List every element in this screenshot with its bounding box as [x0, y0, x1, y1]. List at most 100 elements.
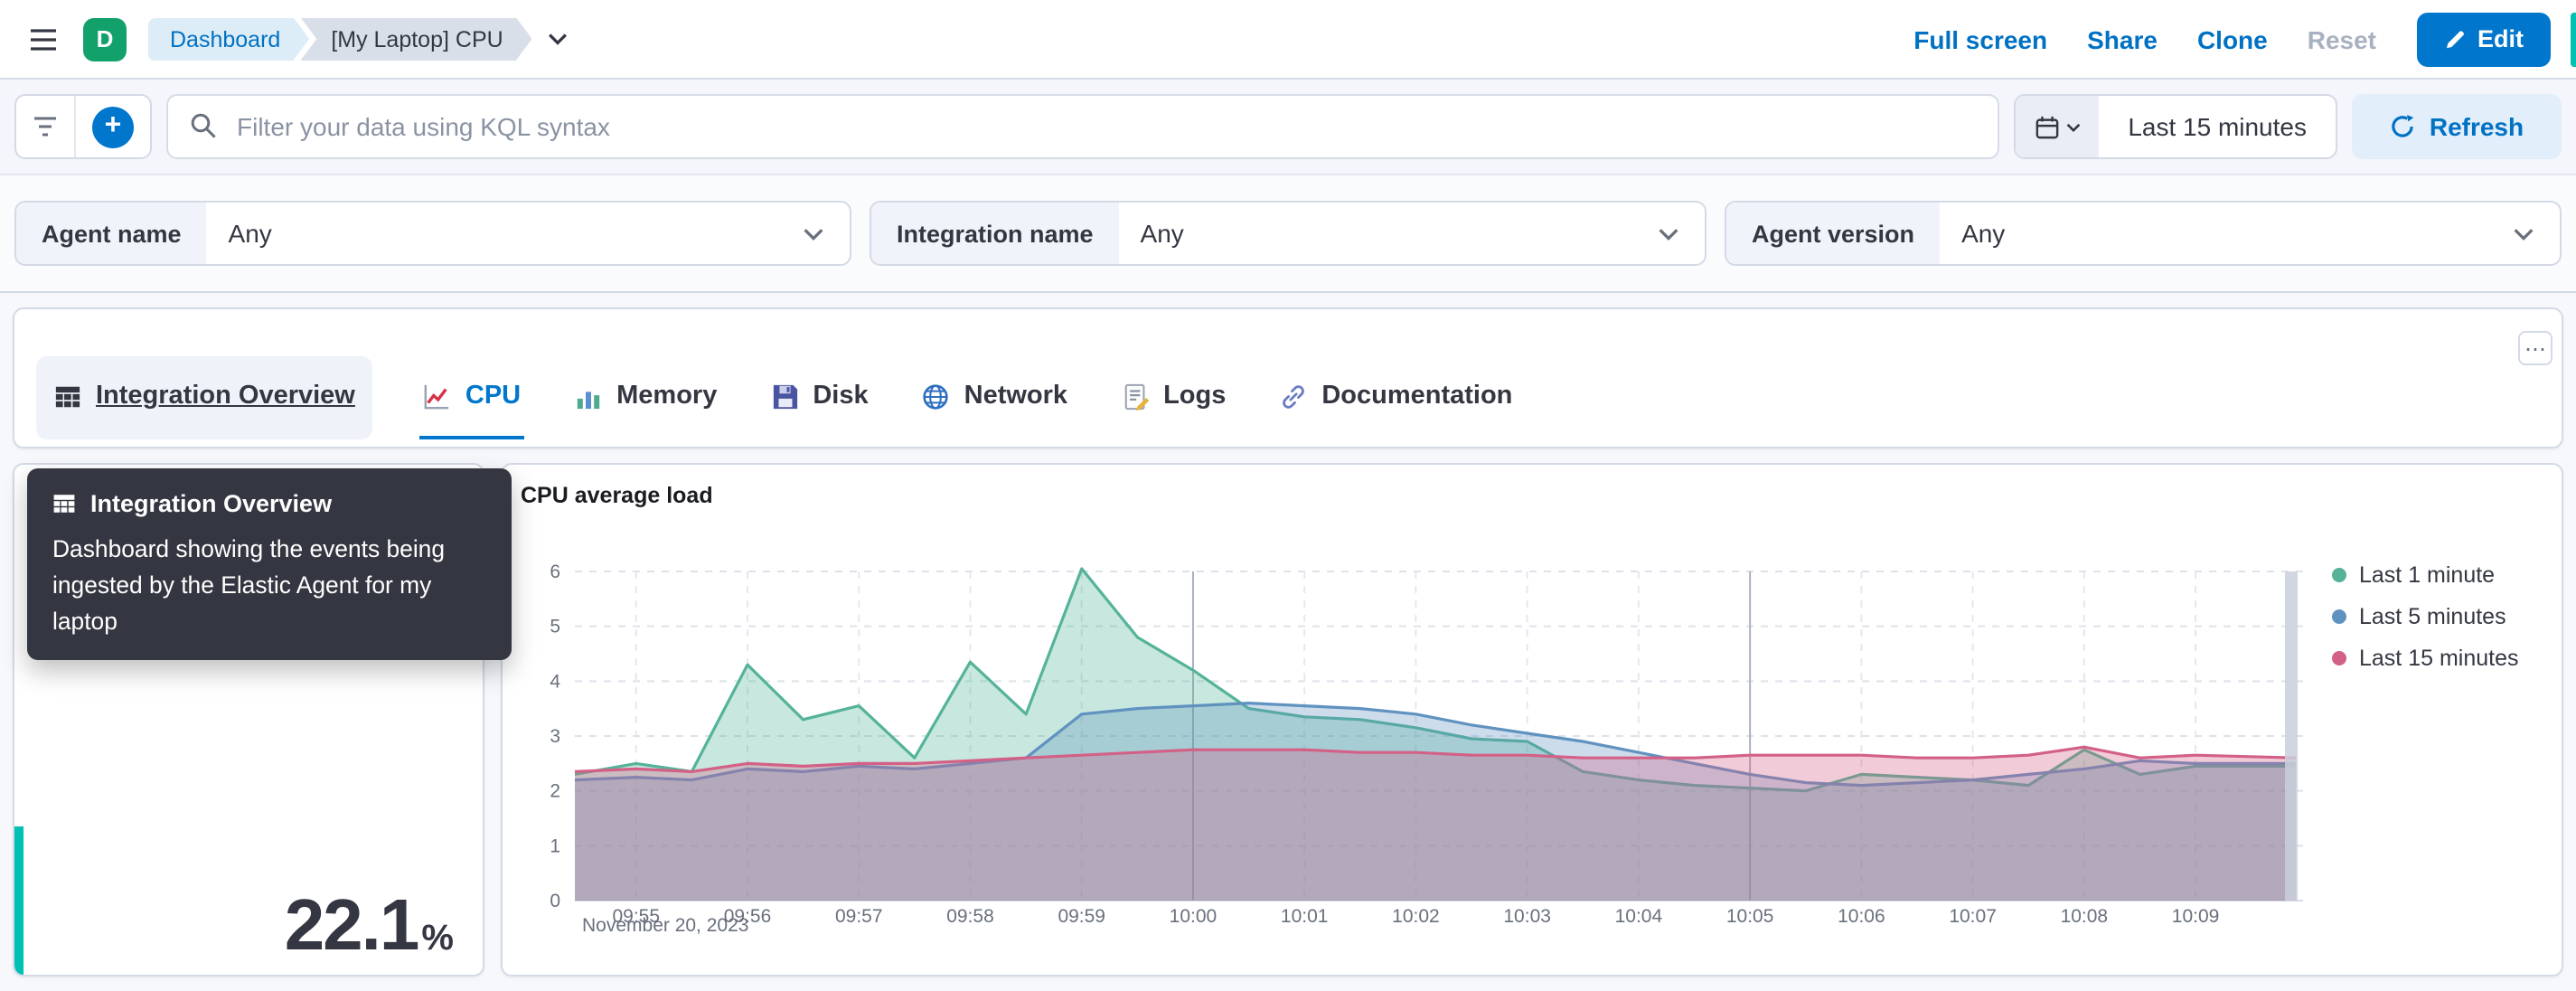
dashboard-nav-tabs: Integration Overview CPU Memory Disk Net… [36, 356, 1516, 439]
tab-integration-overview[interactable]: Integration Overview [36, 356, 373, 439]
pencil-icon [2443, 28, 2465, 50]
calendar-button[interactable] [2016, 96, 2100, 157]
cpu-average-load-panel: CPU average load 0 1 2 3 4 5 6 09:55 09:56 09:57 0… [501, 463, 2563, 977]
logs-icon [1122, 382, 1149, 410]
cpu-load-chart[interactable]: 012345609:55 09:56 09:57 09:58 09:59 10:00 10:… [503, 465, 2562, 971]
date-picker: Last 15 minutes [2014, 94, 2337, 159]
tab-disk[interactable]: Disk [767, 356, 871, 439]
svg-text:10:06: 10:06 [1838, 906, 1885, 927]
legend-dot [2332, 609, 2346, 624]
bar-chart-icon [575, 382, 602, 410]
filter-icon[interactable] [16, 96, 74, 157]
tooltip-title: Integration Overview [90, 490, 333, 517]
svg-text:1: 1 [550, 835, 560, 856]
x-axis-date-label: November 20, 2023 [582, 915, 749, 937]
space-avatar[interactable]: D [83, 17, 127, 61]
legend-item[interactable]: Last 5 minutes [2332, 604, 2519, 629]
legend-label: Last 15 minutes [2359, 646, 2519, 671]
filter-control-label: Agent name [16, 203, 207, 264]
svg-text:2: 2 [550, 781, 560, 802]
svg-text:3: 3 [550, 726, 560, 747]
chevron-down-icon [803, 227, 850, 240]
header-accent-bar [2571, 13, 2576, 67]
clone-button[interactable]: Clone [2197, 24, 2268, 53]
kibana-dashboard-app: D Dashboard [My Laptop] CPU Full screen … [0, 0, 2576, 991]
edit-button[interactable]: Edit [2416, 12, 2551, 66]
refresh-button-label: Refresh [2429, 112, 2524, 141]
tab-memory[interactable]: Memory [571, 356, 720, 439]
legend-item[interactable]: Last 1 minute [2332, 562, 2519, 588]
refresh-button[interactable]: Refresh [2352, 94, 2562, 159]
svg-text:10:08: 10:08 [2061, 906, 2109, 927]
metric-number: 22.1 [284, 886, 420, 966]
tab-label: Documentation [1321, 382, 1513, 411]
filter-control-label: Integration name [871, 203, 1119, 264]
tab-cpu[interactable]: CPU [419, 356, 525, 439]
table-icon [52, 492, 76, 515]
svg-text:10:07: 10:07 [1949, 906, 1997, 927]
breadcrumb-current-page: [My Laptop] CPU [300, 17, 531, 61]
kql-search [166, 94, 2000, 159]
legend-item[interactable]: Last 15 minutes [2332, 646, 2519, 671]
dashboard-controls: Agent name Any Integration name Any Agen… [0, 175, 2576, 293]
nav-links-panel: Integration Overview CPU Memory Disk Net… [13, 307, 2563, 448]
filter-control-agent-version[interactable]: Agent version Any [1725, 201, 2562, 266]
svg-text:09:58: 09:58 [946, 906, 994, 927]
metric-unit: % [421, 919, 454, 958]
dashboard-grid: Integration Overview CPU Memory Disk Net… [0, 293, 2576, 991]
filter-control-value: Any [228, 219, 272, 248]
app-header: D Dashboard [My Laptop] CPU Full screen … [0, 0, 2576, 80]
tab-network[interactable]: Network [919, 356, 1071, 439]
tab-label: Disk [813, 382, 869, 411]
breadcrumb-dashboard[interactable]: Dashboard [148, 17, 309, 61]
link-icon [1280, 382, 1307, 410]
calendar-icon [2035, 115, 2058, 138]
tooltip-header: Integration Overview [52, 490, 486, 517]
time-range-value[interactable]: Last 15 minutes [2099, 96, 2336, 157]
kql-search-input[interactable] [166, 94, 2000, 159]
legend-dot [2332, 651, 2346, 665]
filter-control-integration-name[interactable]: Integration name Any [870, 201, 1706, 266]
tab-label: Integration Overview [96, 382, 355, 411]
svg-text:10:00: 10:00 [1170, 906, 1217, 927]
table-icon [54, 382, 81, 410]
svg-text:10:09: 10:09 [2172, 906, 2220, 927]
panel-options-icon[interactable]: ⋯ [2518, 331, 2552, 365]
share-button[interactable]: Share [2087, 24, 2158, 53]
chevron-down-icon [2513, 227, 2560, 240]
metric-accent-bar [14, 826, 24, 975]
svg-text:10:04: 10:04 [1615, 906, 1663, 927]
tab-documentation[interactable]: Documentation [1276, 356, 1516, 439]
svg-text:10:02: 10:02 [1392, 906, 1440, 927]
breadcrumb: Dashboard [My Laptop] CPU [148, 17, 569, 61]
filter-control-label: Agent version [1726, 203, 1941, 264]
add-filter-button[interactable]: + [76, 96, 150, 157]
tab-label: Network [964, 382, 1068, 411]
filter-control-value: Any [1140, 219, 1184, 248]
nav-link-tooltip: Integration Overview Dashboard showing t… [27, 468, 512, 661]
filter-control-agent-name[interactable]: Agent name Any [14, 201, 851, 266]
legend-label: Last 1 minute [2359, 562, 2496, 588]
chevron-down-icon [1658, 227, 1705, 240]
edit-button-label: Edit [2477, 25, 2524, 52]
filter-button-group: + [14, 94, 152, 159]
globe-icon [923, 382, 950, 410]
tab-logs[interactable]: Logs [1118, 356, 1229, 439]
metric-value: 22.1 % [285, 886, 454, 967]
svg-text:10:01: 10:01 [1281, 906, 1329, 927]
svg-text:5: 5 [550, 617, 560, 637]
floppy-disk-icon [771, 382, 798, 410]
line-chart-icon [424, 382, 451, 410]
svg-text:09:57: 09:57 [835, 906, 883, 927]
query-bar: + Last 15 minutes Refresh [0, 80, 2576, 175]
svg-text:4: 4 [550, 671, 560, 692]
full-screen-button[interactable]: Full screen [1913, 24, 2047, 53]
chevron-down-icon[interactable] [549, 33, 569, 45]
reset-button[interactable]: Reset [2308, 24, 2376, 53]
svg-text:09:59: 09:59 [1058, 906, 1105, 927]
tab-label: CPU [465, 382, 522, 411]
search-icon [190, 112, 217, 139]
hamburger-menu-icon[interactable] [25, 21, 61, 57]
filter-control-value: Any [1961, 219, 2006, 248]
svg-text:0: 0 [550, 891, 560, 911]
